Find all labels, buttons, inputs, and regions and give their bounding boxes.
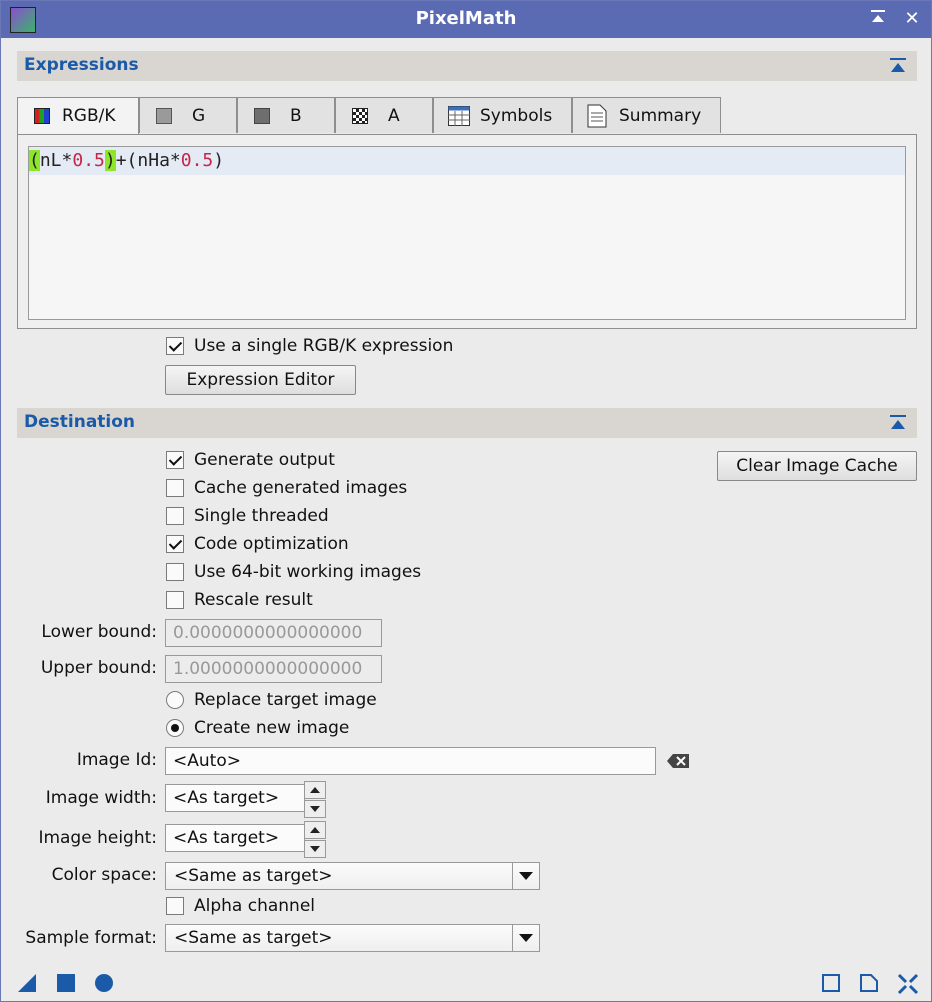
generate-output-label: Generate output	[194, 450, 335, 470]
tab-summary[interactable]: Summary	[572, 97, 721, 133]
clear-field-icon[interactable]	[666, 753, 690, 769]
image-id-label: Image Id:	[76, 750, 157, 770]
expression-token: +(nHa*	[115, 150, 181, 171]
replace-target-radio[interactable]	[166, 691, 184, 709]
expression-token: nL*	[39, 150, 73, 171]
image-id-input[interactable]: <Auto>	[165, 747, 656, 775]
generate-output-checkbox[interactable]	[166, 451, 184, 469]
expression-token: )	[104, 150, 116, 171]
tab-label: G	[192, 106, 206, 126]
destination-section-title: Destination	[24, 412, 136, 432]
expression-tab-panel: (nL*0.5)+(nHa*0.5)	[17, 134, 917, 329]
image-height-spinner[interactable]	[304, 821, 326, 859]
decrement-arrow-icon[interactable]	[304, 800, 326, 818]
rescale-result-checkbox[interactable]	[166, 591, 184, 609]
collapse-section-icon[interactable]	[889, 414, 907, 432]
apply-global-icon[interactable]	[56, 973, 76, 998]
expression-token: 0.5	[180, 150, 214, 171]
decrement-arrow-icon[interactable]	[304, 840, 326, 858]
sample-format-label: Sample format:	[25, 928, 157, 948]
code-optimization-label: Code optimization	[194, 534, 349, 554]
upper-bound-input[interactable]: 1.0000000000000000	[165, 655, 382, 683]
alpha-channel-icon	[352, 108, 368, 124]
browse-doc-icon[interactable]	[821, 973, 841, 998]
image-width-input[interactable]: <As target>	[165, 784, 305, 812]
color-space-label: Color space:	[51, 865, 157, 885]
tab-symbols[interactable]: Symbols	[433, 97, 572, 133]
dropdown-arrow-icon[interactable]	[512, 925, 539, 951]
reset-icon[interactable]	[859, 973, 879, 998]
destination-section-header[interactable]: Destination	[17, 408, 917, 438]
collapse-section-icon[interactable]	[889, 57, 907, 75]
sample-format-value: <Same as target>	[174, 928, 333, 948]
image-width-spinner[interactable]	[304, 781, 326, 819]
tab-a[interactable]: A	[335, 97, 433, 133]
cache-generated-images-checkbox[interactable]	[166, 479, 184, 497]
dropdown-arrow-icon[interactable]	[512, 863, 539, 889]
expressions-section-header[interactable]: Expressions	[17, 51, 917, 81]
tab-label: A	[388, 106, 400, 126]
single-threaded-label: Single threaded	[194, 506, 329, 526]
tab-label: Symbols	[480, 106, 553, 126]
expressions-section-title: Expressions	[24, 55, 139, 75]
expression-token: (	[29, 150, 40, 171]
single-expression-label: Use a single RGB/K expression	[194, 336, 454, 356]
increment-arrow-icon[interactable]	[304, 781, 326, 799]
rescale-result-label: Rescale result	[194, 590, 313, 610]
table-icon	[448, 106, 470, 126]
pixelmath-window: PixelMath ✕ Expressions RGB/K G B A Symb…	[0, 0, 932, 1002]
create-new-image-radio[interactable]	[166, 719, 184, 737]
collapse-panel-icon[interactable]	[897, 973, 919, 1000]
lower-bound-label: Lower bound:	[41, 622, 157, 642]
image-height-label: Image height:	[38, 828, 157, 848]
image-height-input[interactable]: <As target>	[165, 824, 305, 852]
tab-label: Summary	[619, 106, 702, 126]
alpha-channel-label: Alpha channel	[194, 896, 316, 916]
shade-window-icon[interactable]	[867, 8, 889, 31]
window-title: PixelMath	[415, 8, 517, 29]
cache-generated-images-label: Cache generated images	[194, 478, 408, 498]
alpha-channel-checkbox[interactable]	[166, 897, 184, 915]
title-bar[interactable]: PixelMath ✕	[1, 1, 931, 38]
expression-editor-button[interactable]: Expression Editor	[165, 365, 356, 395]
single-expression-checkbox[interactable]	[166, 337, 184, 355]
close-icon[interactable]: ✕	[901, 8, 923, 29]
expression-line[interactable]: (nL*0.5)+(nHa*0.5)	[29, 147, 905, 175]
code-optimization-checkbox[interactable]	[166, 535, 184, 553]
use-64bit-checkbox[interactable]	[166, 563, 184, 581]
single-threaded-checkbox[interactable]	[166, 507, 184, 525]
green-channel-icon	[156, 108, 172, 124]
use-64bit-label: Use 64-bit working images	[194, 562, 422, 582]
expression-token: 0.5	[72, 150, 105, 171]
blue-channel-icon	[254, 108, 270, 124]
color-space-select[interactable]: <Same as target>	[165, 862, 540, 890]
tab-g[interactable]: G	[139, 97, 237, 133]
tab-b[interactable]: B	[237, 97, 335, 133]
create-new-image-label: Create new image	[194, 718, 350, 738]
tab-rgbk[interactable]: RGB/K	[17, 97, 139, 135]
tab-label: RGB/K	[62, 106, 116, 126]
color-space-value: <Same as target>	[174, 866, 333, 886]
upper-bound-label: Upper bound:	[40, 658, 157, 678]
lower-bound-input[interactable]: 0.0000000000000000	[165, 619, 382, 647]
rgb-channel-icon	[34, 108, 50, 124]
document-icon	[587, 104, 607, 128]
sample-format-select[interactable]: <Same as target>	[165, 924, 540, 952]
tab-label: B	[290, 106, 302, 126]
increment-arrow-icon[interactable]	[304, 821, 326, 839]
image-width-label: Image width:	[45, 788, 157, 808]
replace-target-label: Replace target image	[194, 690, 377, 710]
new-instance-icon[interactable]	[17, 973, 37, 998]
expression-editor[interactable]: (nL*0.5)+(nHa*0.5)	[28, 146, 906, 320]
clear-image-cache-button[interactable]: Clear Image Cache	[717, 451, 917, 481]
expression-token: )	[213, 150, 225, 171]
apply-icon[interactable]	[94, 973, 114, 998]
